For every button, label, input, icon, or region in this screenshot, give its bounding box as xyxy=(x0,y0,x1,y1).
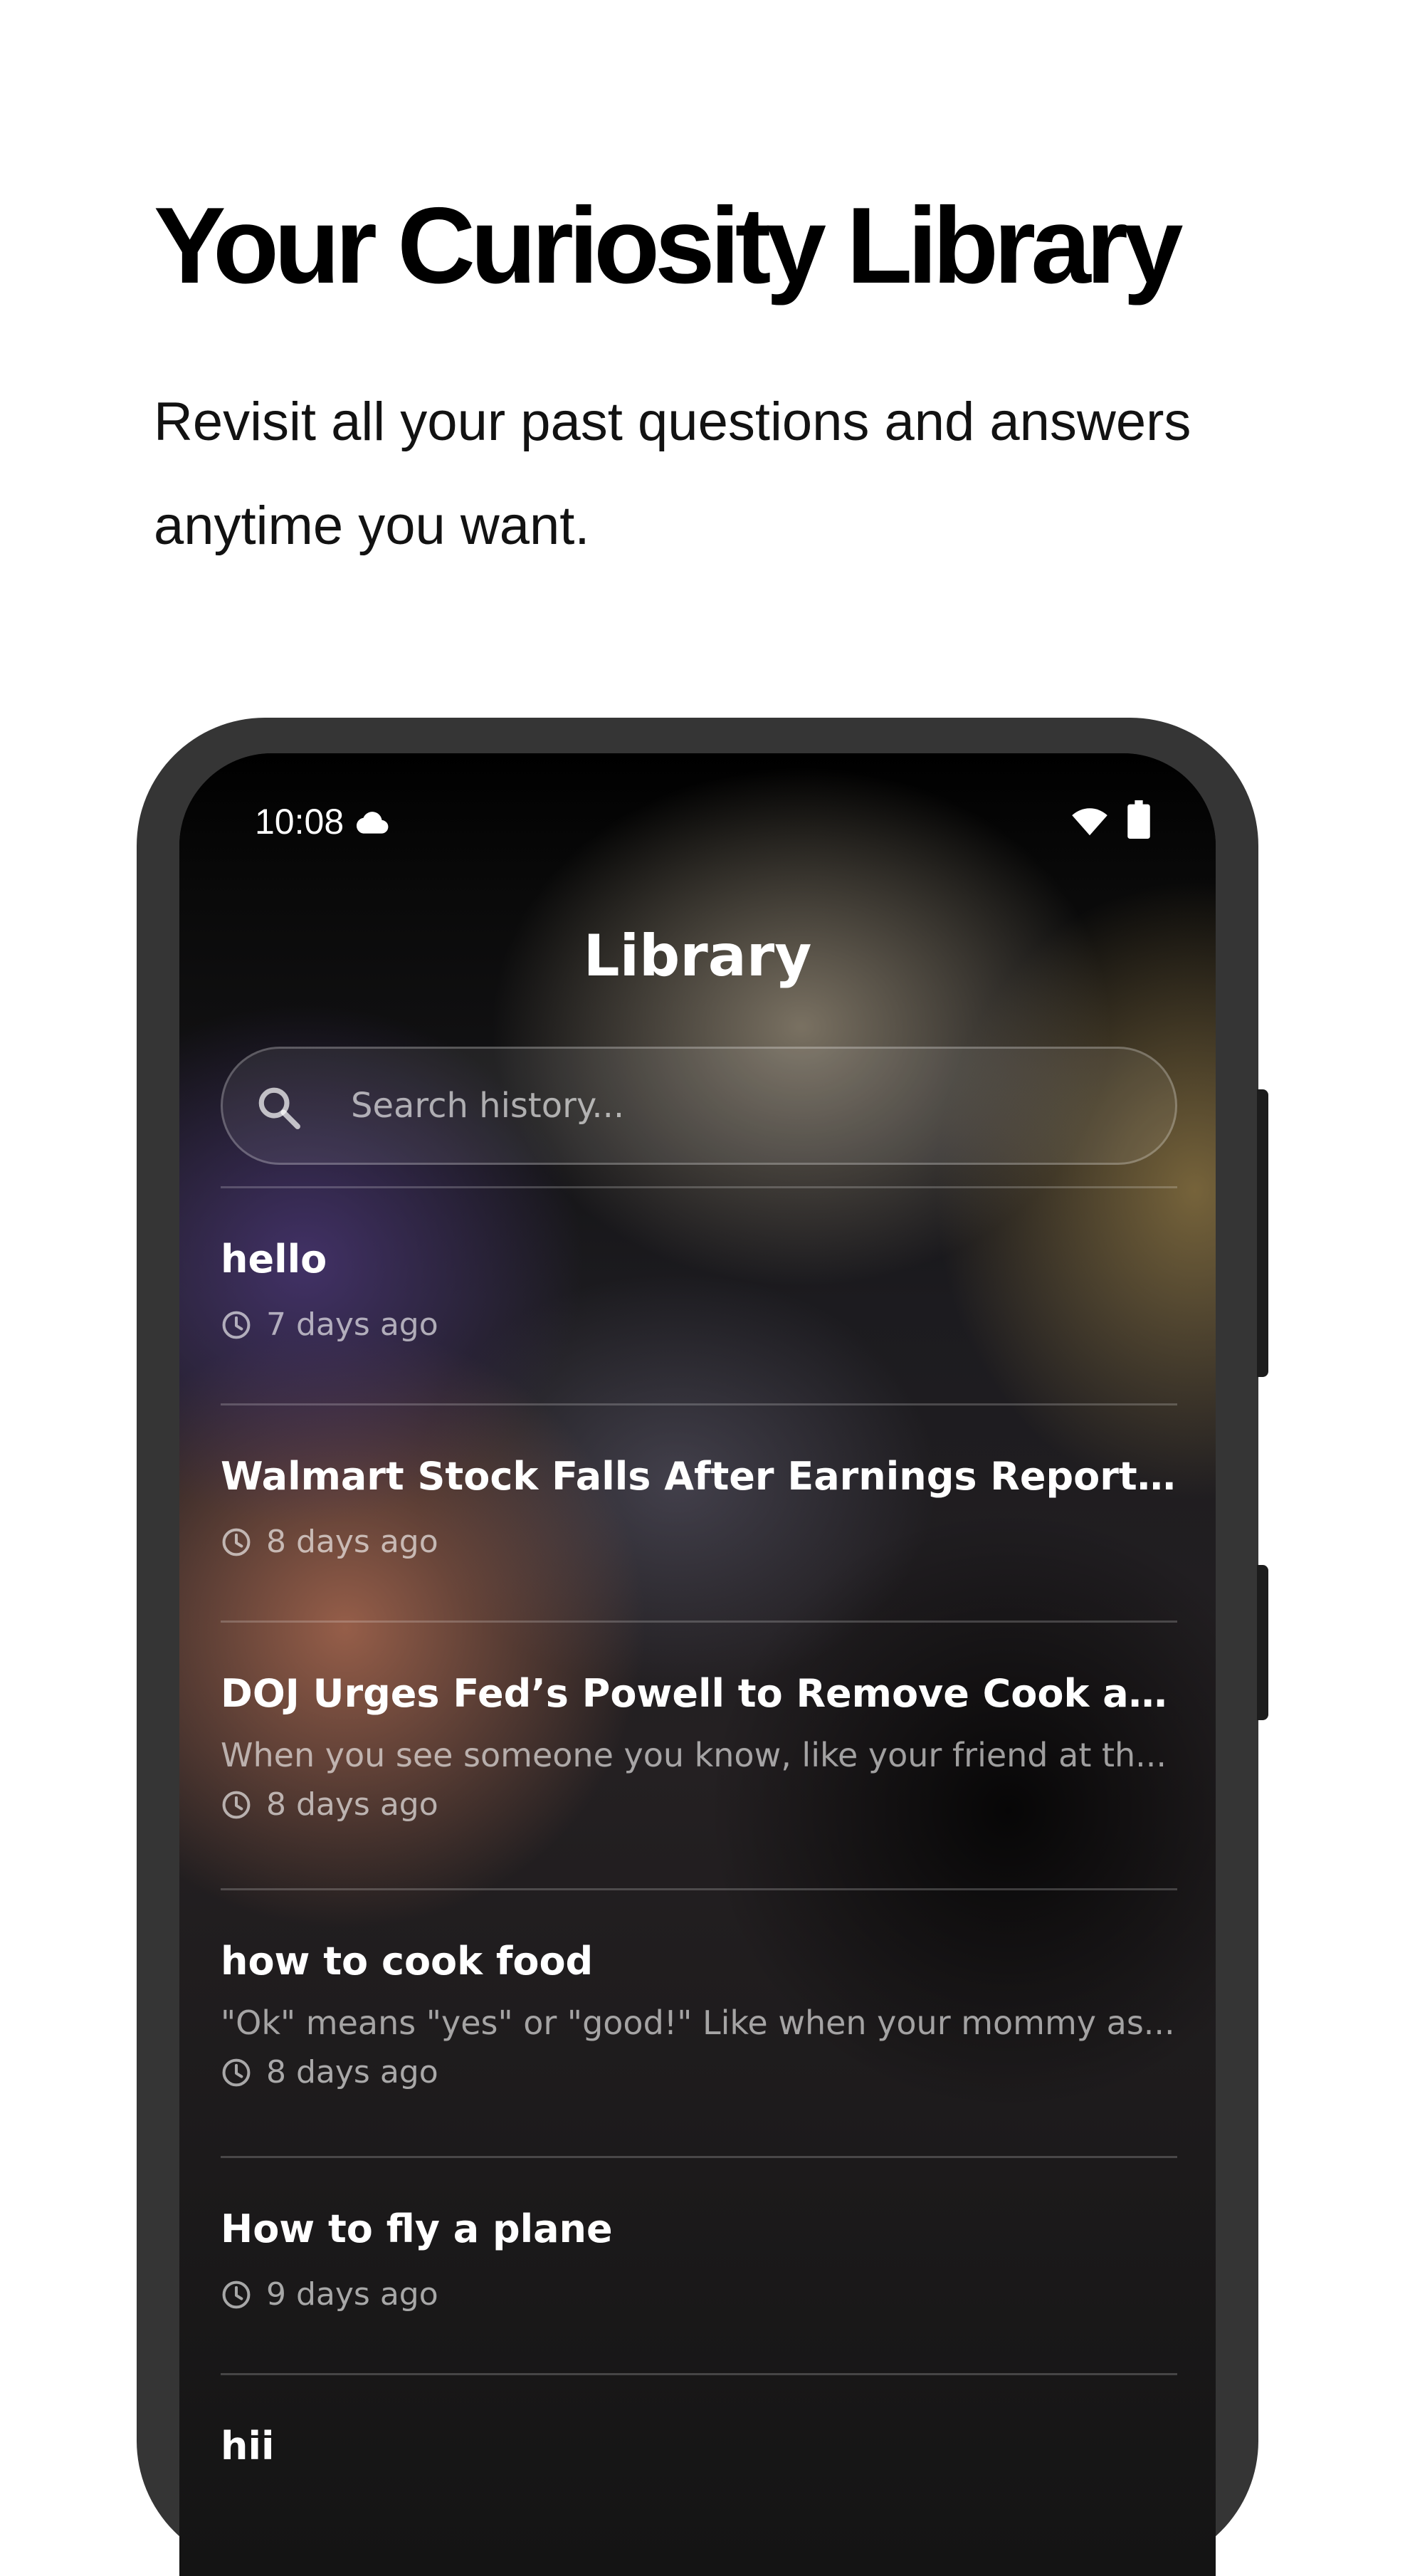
history-item[interactable]: hello 7 days ago xyxy=(221,1186,1177,1403)
history-item-meta: 7 days ago xyxy=(221,1305,1177,1345)
status-time: 10:08 xyxy=(255,802,344,842)
screen-title: Library xyxy=(583,923,812,989)
history-item-time: 8 days ago xyxy=(266,2054,438,2090)
search-icon xyxy=(258,1087,300,1129)
history-item-time: 7 days ago xyxy=(266,1307,438,1343)
history-item-preview: "Ok" means "yes" or "good!" Like when yo… xyxy=(221,2004,1175,2042)
clock-icon xyxy=(222,2058,251,2087)
history-item-title: hii xyxy=(221,2424,275,2468)
battery-icon xyxy=(1127,800,1150,839)
history-item-title: Walmart Stock Falls After Earnings Repor… xyxy=(221,1454,1177,1499)
history-item-meta: 8 days ago xyxy=(221,1522,1177,1562)
history-item-meta: 9 days ago xyxy=(221,2275,1177,2315)
history-list: hello 7 days ago Walmart Stock Falls Aft… xyxy=(221,1186,1177,2576)
history-item-title: DOJ Urges Fed’s Powell to Remove Cook as… xyxy=(221,1671,1177,1716)
history-item[interactable]: How to fly a plane 9 days ago xyxy=(221,2156,1177,2373)
history-item-meta: 8 days ago xyxy=(221,1785,1177,1825)
phone-screen: 10:08 Library hello xyxy=(179,753,1216,2576)
history-item-time: 8 days ago xyxy=(266,1524,438,1560)
history-item-title: hello xyxy=(221,1237,327,1282)
history-item[interactable]: hii xyxy=(221,2373,1177,2576)
clock-icon xyxy=(222,1791,251,1819)
history-item-preview: When you see someone you know, like your… xyxy=(221,1736,1167,1774)
promo-subtitle: Revisit all your past questions and answ… xyxy=(154,392,1191,556)
history-item-time: 9 days ago xyxy=(266,2276,438,2313)
search-bar[interactable] xyxy=(221,1047,1177,1165)
promo-title: Your Curiosity Library xyxy=(154,185,1183,306)
history-item[interactable]: DOJ Urges Fed’s Powell to Remove Cook as… xyxy=(221,1621,1177,1888)
wifi-icon xyxy=(1072,808,1107,836)
clock-icon xyxy=(222,2281,251,2309)
cloud-icon xyxy=(356,812,389,834)
search-input[interactable] xyxy=(351,1070,1134,1141)
power-button xyxy=(1257,1089,1268,1377)
volume-button xyxy=(1257,1565,1268,1720)
clock-icon xyxy=(222,1528,251,1556)
history-item-title: How to fly a plane xyxy=(221,2206,613,2251)
history-item-time: 8 days ago xyxy=(266,1786,438,1823)
history-item-title: how to cook food xyxy=(221,1939,594,1984)
history-item[interactable]: how to cook food "Ok" means "yes" or "go… xyxy=(221,1888,1177,2156)
library-screen: 10:08 Library hello xyxy=(179,753,1216,2576)
clock-icon xyxy=(222,1311,251,1339)
history-item-meta: 8 days ago xyxy=(221,2053,1177,2093)
history-item[interactable]: Walmart Stock Falls After Earnings Repor… xyxy=(221,1403,1177,1621)
